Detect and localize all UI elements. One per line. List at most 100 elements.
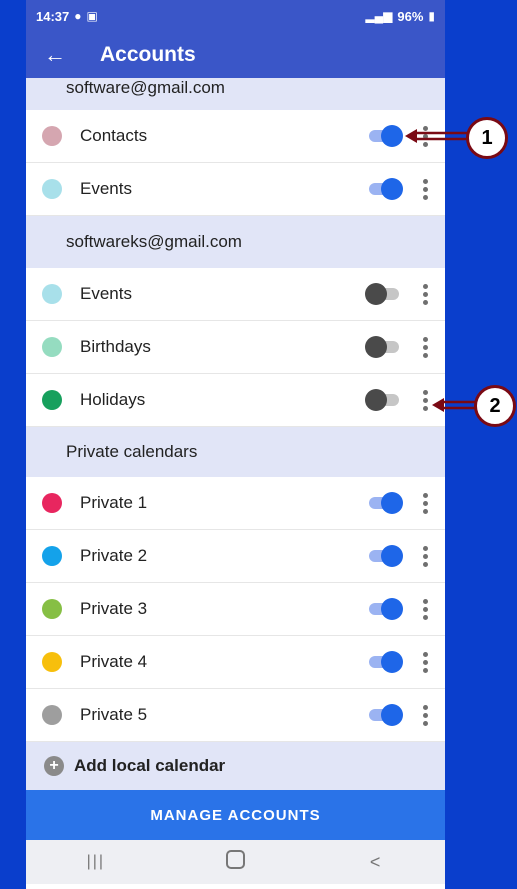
toggle-knob <box>381 178 403 200</box>
calendar-color-dot <box>42 705 62 725</box>
calendar-row[interactable]: Private 4 <box>26 636 445 689</box>
more-dot <box>422 704 428 710</box>
app-bar: ← Accounts <box>26 32 445 78</box>
battery-icon: ▮ <box>428 9 435 23</box>
calendar-color-dot <box>42 599 62 619</box>
section-header: software@gmail.com <box>26 78 445 110</box>
manage-accounts-button[interactable]: MANAGE ACCOUNTS <box>26 790 445 840</box>
calendar-label: Contacts <box>80 126 148 145</box>
more-dot <box>422 712 428 718</box>
calendar-label: Private 1 <box>80 493 148 512</box>
add-local-calendar-label: Add local calendar <box>74 756 226 775</box>
more-options-icon[interactable] <box>421 595 429 624</box>
calendar-color-dot <box>42 390 62 410</box>
calendar-row[interactable]: Events <box>26 268 445 321</box>
calendar-color-dot <box>42 284 62 304</box>
calendar-label: Private 4 <box>80 652 148 671</box>
more-options-icon[interactable] <box>421 542 429 571</box>
battery-level: 96% <box>397 8 424 24</box>
calendar-color-dot <box>42 337 62 357</box>
calendar-row[interactable]: Birthdays <box>26 321 445 374</box>
more-options-icon[interactable] <box>421 333 429 362</box>
toggle-knob <box>381 598 403 620</box>
calendar-row[interactable]: Private 2 <box>26 530 445 583</box>
more-options-icon[interactable] <box>421 175 429 204</box>
home-button[interactable] <box>215 850 255 874</box>
more-options-icon[interactable] <box>421 648 429 677</box>
calendar-row[interactable]: Private 5 <box>26 689 445 742</box>
calendar-visibility-toggle[interactable] <box>367 651 403 673</box>
more-dot <box>422 659 428 665</box>
more-dot <box>422 561 428 567</box>
calendar-visibility-toggle[interactable] <box>367 704 403 726</box>
more-dot <box>422 291 428 297</box>
calendar-row[interactable]: Holidays <box>26 374 445 427</box>
toggle-knob <box>365 283 387 305</box>
more-dot <box>422 283 428 289</box>
calendar-visibility-toggle[interactable] <box>367 545 403 567</box>
calendar-row[interactable]: Events <box>26 163 445 216</box>
more-options-icon[interactable] <box>421 489 429 518</box>
calendar-color-dot <box>42 179 62 199</box>
calendar-row[interactable]: Private 3 <box>26 583 445 636</box>
calendar-visibility-toggle[interactable] <box>367 178 403 200</box>
calendar-label: Private 2 <box>80 546 148 565</box>
more-options-icon[interactable] <box>421 701 429 730</box>
more-dot <box>422 194 428 200</box>
toggle-knob <box>381 545 403 567</box>
more-dot <box>422 336 428 342</box>
more-dot <box>422 389 428 395</box>
recent-apps-icon[interactable]: ||| <box>76 853 116 871</box>
calendar-label: Events <box>80 179 132 198</box>
calendar-color-dot <box>42 126 62 146</box>
more-dot <box>422 508 428 514</box>
more-dot <box>422 553 428 559</box>
callout-arrow-1 <box>405 129 467 143</box>
section-header: Private calendars <box>26 427 445 477</box>
more-dot <box>422 178 428 184</box>
more-dot <box>422 545 428 551</box>
toggle-knob <box>365 336 387 358</box>
plus-icon: + <box>44 756 64 776</box>
more-options-icon[interactable] <box>421 280 429 309</box>
toggle-knob <box>381 125 403 147</box>
notification-icon: ● <box>74 9 82 23</box>
phone-screen: 14:37 ● ▣ ▂▄▆ 96% ▮ ← Accounts software@… <box>26 0 445 889</box>
calendar-label: Holidays <box>80 390 146 409</box>
calendar-visibility-toggle[interactable] <box>365 283 401 305</box>
callout-badge-2: 2 <box>474 385 516 427</box>
more-dot <box>422 606 428 612</box>
calendar-visibility-toggle[interactable] <box>365 336 401 358</box>
more-dot <box>422 720 428 726</box>
calendar-row[interactable]: Contacts <box>26 110 445 163</box>
account-list: software@gmail.com Contacts Events software… <box>26 78 445 742</box>
calendar-label: Events <box>80 284 132 303</box>
calendar-row[interactable]: Private 1 <box>26 477 445 530</box>
more-dot <box>422 186 428 192</box>
calendar-visibility-toggle[interactable] <box>365 389 401 411</box>
more-dot <box>422 614 428 620</box>
toggle-knob <box>365 389 387 411</box>
callout-badge-1: 1 <box>466 117 508 159</box>
more-dot <box>422 352 428 358</box>
more-dot <box>422 344 428 350</box>
back-nav-icon[interactable]: < <box>355 852 395 873</box>
calendar-color-dot <box>42 493 62 513</box>
section-header: softwareks@gmail.com <box>26 216 445 268</box>
more-dot <box>422 667 428 673</box>
more-dot <box>422 500 428 506</box>
more-dot <box>422 405 428 411</box>
more-dot <box>422 598 428 604</box>
more-options-icon[interactable] <box>421 386 429 415</box>
toggle-knob <box>381 651 403 673</box>
page-title: Accounts <box>100 43 196 66</box>
gallery-icon: ▣ <box>86 9 98 23</box>
status-bar: 14:37 ● ▣ ▂▄▆ 96% ▮ <box>26 0 445 32</box>
more-dot <box>422 397 428 403</box>
calendar-visibility-toggle[interactable] <box>367 125 403 147</box>
add-local-calendar-button[interactable]: + Add local calendar <box>26 742 445 790</box>
back-arrow-icon[interactable]: ← <box>44 42 100 68</box>
calendar-visibility-toggle[interactable] <box>367 492 403 514</box>
more-dot <box>422 492 428 498</box>
calendar-visibility-toggle[interactable] <box>367 598 403 620</box>
